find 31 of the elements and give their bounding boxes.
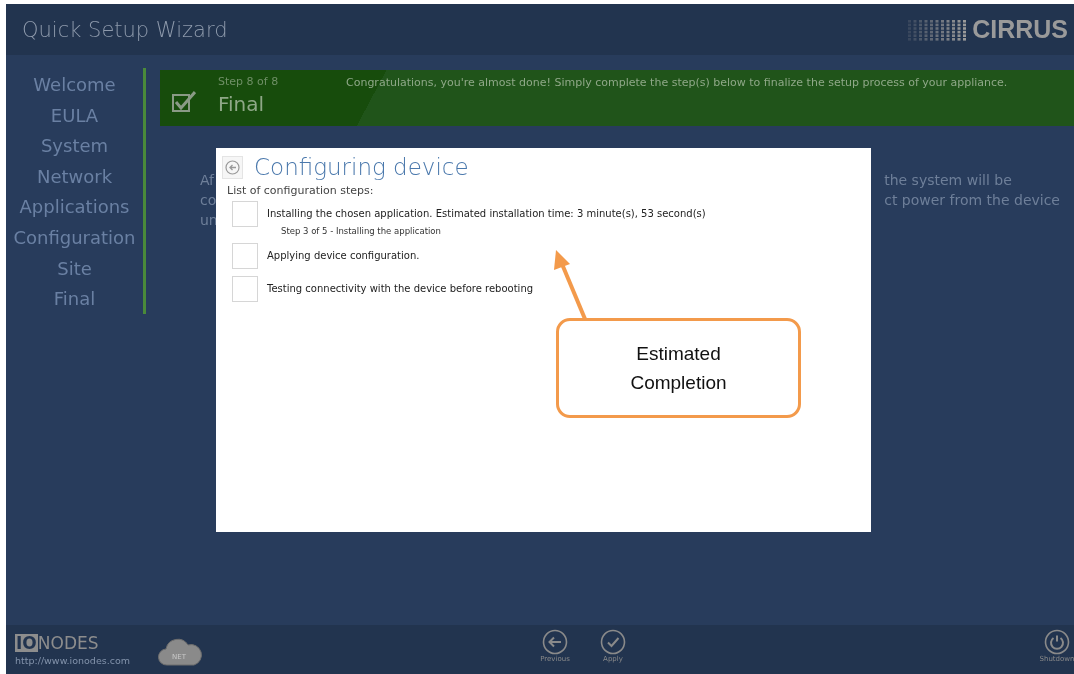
sidebar-item[interactable]: Site [57,253,92,285]
step-label: Applying device configuration. [267,250,420,261]
company-logo: IONODES [15,633,100,653]
website-link[interactable]: http://www.ionodes.com [15,655,157,666]
sidebar-item[interactable]: Final [53,284,96,315]
step-label: Installing the chosen application. Estimated installation time: 3 minute(s), 53 second(s) [267,208,706,219]
sidebar-item[interactable]: System [40,131,109,162]
banner-message: Congratulations, you're almost done! Simply complete the step(s) below to finalize the setup process of your appliance. [346,75,1008,89]
sidebar-item[interactable]: EULA [50,100,99,132]
dialog-title: Configuring device [254,154,469,180]
paragraph-fragment: Af [200,171,216,190]
paragraph-fragment: ct power from the device [884,191,1060,210]
callout-text: Estimated Completion [629,342,728,395]
window-title: Quick Setup Wizard [22,17,228,42]
step-label: Testing connectivity with the device before rebooting [267,283,534,294]
sidebar-item[interactable]: Network [36,161,113,193]
paragraph-fragment: co [200,191,218,210]
sidebar-item[interactable]: Applications [19,192,130,223]
sidebar-item[interactable]: Welcome [33,70,116,101]
paragraph-fragment: un [200,211,218,230]
checkbox-checked-icon [172,90,196,112]
step-progress-text: Step 3 of 5 - Installing the application [281,226,442,236]
checkmark-icon [600,629,626,655]
step-counter: Step 8 of 8 [218,75,280,88]
steps-heading: List of configuration steps: [227,184,375,197]
sidebar-item[interactable]: Configuration [13,222,136,254]
step-title: Final [218,92,266,116]
paragraph-fragment: the system will be [884,171,1013,190]
logo: CIRRUS [908,15,1068,44]
back-button[interactable] [222,155,243,179]
power-icon [1044,629,1070,655]
